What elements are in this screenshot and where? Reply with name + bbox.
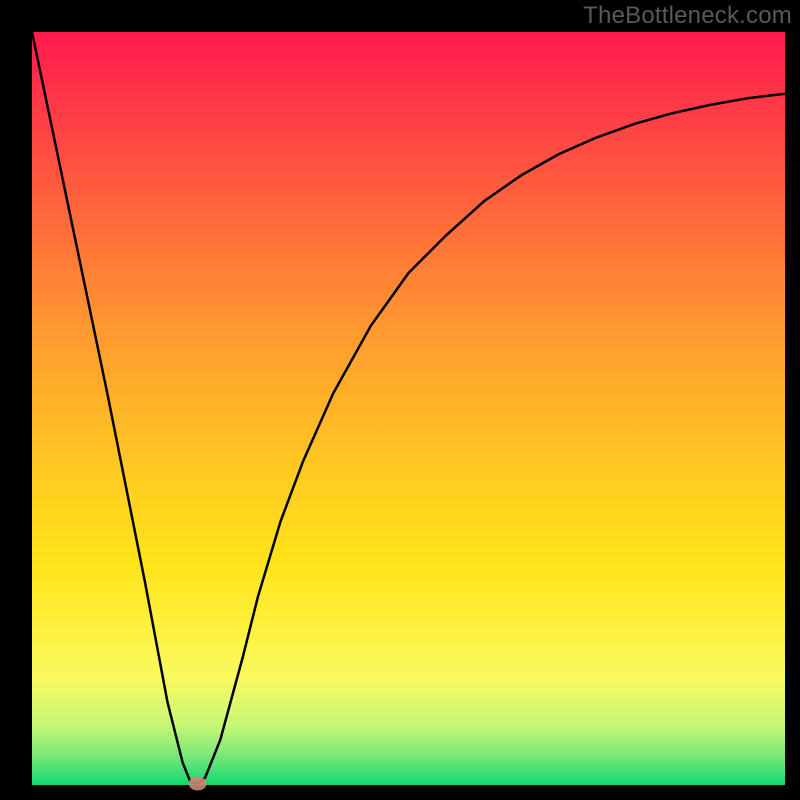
heat-gradient-area (32, 32, 785, 785)
optimal-point-marker (189, 776, 207, 790)
watermark-text: TheBottleneck.com (583, 2, 792, 30)
chart-canvas: TheBottleneck.com (0, 0, 800, 800)
chart-svg (0, 0, 800, 800)
